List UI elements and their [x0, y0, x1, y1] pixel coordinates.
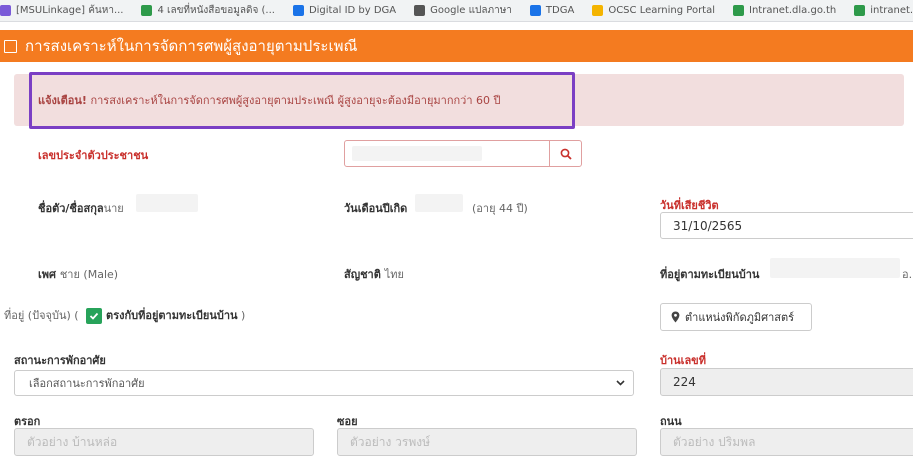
bookmark-item[interactable]: intranet.dop.go.th/u...: [854, 5, 913, 16]
death-date-input[interactable]: 31/10/2565: [660, 212, 913, 239]
grid-icon: [292, 5, 304, 16]
gender-label: เพศ ชาย (Male): [38, 265, 118, 283]
name-label: ชื่อตัว/ชื่อสกุลนาย: [38, 199, 124, 217]
leaf-icon: [141, 5, 153, 16]
nationality-label: สัญชาติ ไทย: [344, 265, 404, 283]
search-button[interactable]: [549, 140, 582, 167]
geolocation-button[interactable]: ตำแหน่งพิกัดภูมิศาสตร์: [660, 303, 812, 331]
redacted-id: [352, 146, 482, 161]
leaf-icon: [854, 5, 866, 16]
bookmark-label: Digital ID by DGA: [308, 5, 397, 16]
leaf-icon: [733, 5, 745, 16]
alert-body: การสงเคราะห์ในการจัดการศพผู้สูงอายุตามปร…: [86, 94, 501, 107]
globe-icon: [0, 5, 11, 16]
star-icon: [592, 5, 604, 16]
bookmark-item[interactable]: TDGA: [529, 5, 575, 16]
name-prefix: นาย: [103, 202, 124, 215]
house-number-input[interactable]: 224: [660, 368, 913, 396]
page-header: การสงเคราะห์ในการจัดการศพผู้สูงอายุตามปร…: [0, 30, 913, 62]
age-text: (อายุ 44 ปี): [472, 202, 528, 215]
residence-status-value: เลือกสถานะการพักอาศัย: [29, 377, 145, 390]
bookmark-label: Google แปลภาษา: [430, 5, 512, 16]
residence-status-label: สถานะการพักอาศัย: [14, 354, 106, 367]
bookmark-item[interactable]: Digital ID by DGA: [292, 5, 397, 16]
bookmark-label: 4 เลขที่หนังสือขอมูลดิจ (...: [157, 5, 275, 16]
current-address-row: ที่อยู่ (ปัจจุบัน) ( ตรงกับที่อยู่ตามทะเ…: [4, 306, 245, 324]
soi-input[interactable]: ตัวอย่าง วรพงษ์: [337, 428, 637, 456]
chevron-down-icon: [616, 380, 625, 386]
dob-label: วันเดือนปีเกิด: [344, 202, 408, 215]
current-address-close: ): [241, 309, 246, 322]
search-icon: [560, 148, 572, 160]
bookmark-item[interactable]: 4 เลขที่หนังสือขอมูลดิจ (...: [141, 3, 275, 18]
alert-message: แจ้งเตือน! การสงเคราะห์ในการจัดการศพผู้ส…: [38, 91, 500, 109]
check-icon: [89, 312, 99, 320]
nationality-value: ไทย: [384, 268, 404, 281]
form-icon: [4, 39, 17, 53]
same-address-label: ตรงกับที่อยู่ตามทะเบียนบ้าน: [106, 309, 238, 322]
translate-icon: [414, 5, 426, 16]
residence-status-select[interactable]: เลือกสถานะการพักอาศัย: [14, 370, 634, 396]
current-address-label: ที่อยู่ (ปัจจุบัน) (: [4, 309, 79, 322]
id-label: เลขประจำตัวประชาชน: [38, 149, 149, 162]
gender-label-text: เพศ: [38, 268, 56, 281]
nationality-label-text: สัญชาติ: [344, 268, 381, 281]
map-marker-icon: [671, 311, 680, 323]
bookmark-item[interactable]: OCSC Learning Portal: [592, 5, 715, 16]
alert-prefix: แจ้งเตือน!: [38, 94, 87, 107]
bookmark-label: Intranet.dla.go.th: [749, 5, 837, 16]
same-address-checkbox[interactable]: [86, 308, 103, 324]
bookmark-item[interactable]: [MSULinkage] ค้นหา...: [0, 3, 123, 18]
bookmark-label: [MSULinkage] ค้นหา...: [16, 5, 124, 16]
geolocation-label: ตำแหน่งพิกัดภูมิศาสตร์: [685, 311, 795, 324]
bookmark-item[interactable]: Google แปลภาษา: [414, 3, 512, 18]
bookmark-label: intranet.dop.go.th/u...: [870, 5, 913, 16]
page-title: การสงเคราะห์ในการจัดการศพผู้สูงอายุตามปร…: [25, 37, 358, 55]
reg-address-suffix: อ.: [902, 268, 913, 281]
reg-address-label: ที่อยู่ตามทะเบียนบ้าน: [660, 268, 760, 281]
redacted-dob: [415, 194, 463, 212]
bookmarks-bar: [MSULinkage] ค้นหา... 4 เลขที่หนังสือขอมู…: [0, 0, 913, 22]
redacted-name: [136, 194, 198, 212]
redacted-address: [770, 258, 900, 278]
name-label-text: ชื่อตัว/ชื่อสกุล: [38, 202, 104, 215]
road-input[interactable]: ตัวอย่าง ปริมพล: [660, 428, 913, 456]
bookmark-label: TDGA: [545, 5, 575, 16]
bookmark-label: OCSC Learning Portal: [608, 5, 716, 16]
alley-input[interactable]: ตัวอย่าง บ้านหล่อ: [14, 428, 314, 456]
bars-icon: [529, 5, 541, 16]
house-number-label: บ้านเลขที่: [660, 354, 706, 367]
bookmark-item[interactable]: Intranet.dla.go.th: [733, 5, 836, 16]
gender-value: ชาย (Male): [59, 268, 119, 281]
